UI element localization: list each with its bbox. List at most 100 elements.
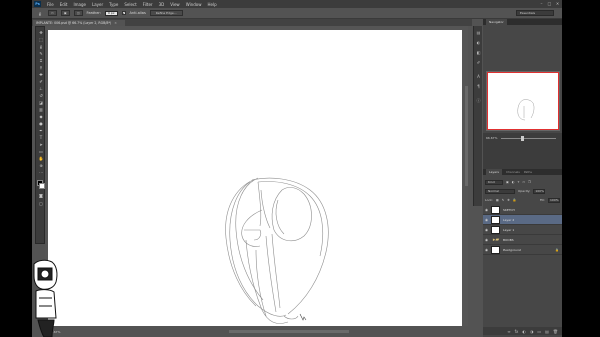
close-icon[interactable]: ✕: [555, 1, 560, 6]
visibility-eye-icon[interactable]: ◉: [483, 238, 490, 242]
marquee-tool-icon[interactable]: ⬚: [38, 37, 44, 42]
character-panel-icon[interactable]: A: [475, 74, 482, 80]
lock-row: Lock: ▦ ✎ ✥ 🔒 Fill: 100%: [485, 197, 560, 203]
minimize-icon[interactable]: –: [539, 1, 544, 6]
navigator-zoom-value[interactable]: 66.67%: [486, 136, 497, 140]
quick-mask-icon[interactable]: ◙: [38, 193, 44, 198]
selection-mode-subtract-icon[interactable]: ◫: [73, 10, 83, 16]
lock-transparent-icon[interactable]: ▦: [496, 198, 499, 202]
menu-image[interactable]: Image: [70, 2, 89, 7]
filter-smart-icon[interactable]: ❐: [528, 180, 531, 184]
menu-view[interactable]: View: [167, 2, 183, 7]
adjustments-panel-icon[interactable]: ◧: [475, 50, 482, 56]
paragraph-panel-icon[interactable]: ¶: [475, 84, 482, 90]
color-panel-icon[interactable]: ◐: [475, 40, 482, 46]
menu-type[interactable]: Type: [106, 2, 121, 7]
lasso-tool-icon[interactable]: ϱ: [38, 44, 44, 49]
adjustment-layer-icon[interactable]: ◑: [530, 329, 534, 334]
fill-input[interactable]: 100%: [548, 197, 560, 203]
menu-layer[interactable]: Layer: [89, 2, 106, 7]
eyedropper-tool-icon[interactable]: ⚲: [38, 65, 44, 70]
folder-icon[interactable]: ▸▰: [492, 237, 500, 243]
horizontal-scrollbar[interactable]: [229, 330, 349, 333]
selection-mode-add-icon[interactable]: ▣: [60, 10, 70, 16]
quick-select-tool-icon[interactable]: ✎: [38, 51, 44, 56]
navigator-sketch-preview: [517, 99, 535, 121]
zoom-slider-knob[interactable]: [521, 135, 525, 141]
menu-3d[interactable]: 3D: [156, 2, 168, 7]
menu-file[interactable]: File: [44, 2, 57, 7]
layer-name: Background: [503, 247, 521, 252]
info-panel-icon[interactable]: ⓘ: [475, 98, 482, 104]
filter-shape-icon[interactable]: ▭: [522, 180, 525, 184]
layer-row-layer-2[interactable]: ◉ Layer 2: [483, 215, 562, 225]
navigator-thumbnail[interactable]: [486, 71, 560, 131]
add-mask-icon[interactable]: ◐: [522, 329, 526, 334]
delete-layer-icon[interactable]: 🗑: [553, 329, 558, 334]
pen-tool-icon[interactable]: ✒: [38, 128, 44, 133]
visibility-eye-icon[interactable]: ◉: [483, 248, 490, 252]
clone-stamp-tool-icon[interactable]: ⊥: [38, 86, 44, 91]
tab-paths[interactable]: Paths: [524, 170, 532, 174]
feather-input[interactable]: 0 px: [104, 10, 118, 16]
visibility-eye-icon[interactable]: ◉: [483, 218, 490, 222]
move-tool-icon[interactable]: ✥: [38, 30, 44, 35]
lasso-tool-preset-icon[interactable]: ϱ: [36, 11, 44, 16]
navigator-zoom-slider[interactable]: [501, 135, 556, 141]
photoshop-logo-icon: Ps: [34, 1, 41, 7]
visibility-eye-icon[interactable]: ◉: [483, 228, 490, 232]
menu-help[interactable]: Help: [204, 2, 219, 7]
lock-all-icon[interactable]: 🔒: [513, 198, 517, 202]
brush-tool-icon[interactable]: ✐: [38, 79, 44, 84]
layer-style-icon[interactable]: fx: [515, 329, 519, 334]
layer-kind-select[interactable]: Kind: [485, 179, 503, 185]
zoom-tool-icon[interactable]: ⊕: [38, 163, 44, 168]
layer-row-background[interactable]: ◉ Background 🔒: [483, 245, 562, 255]
layer-thumbnail: [491, 215, 500, 224]
type-tool-icon[interactable]: T: [38, 135, 44, 140]
menu-edit[interactable]: Edit: [57, 2, 71, 7]
tab-channels[interactable]: Channels: [506, 170, 520, 174]
workspace-select[interactable]: Essentials: [516, 10, 554, 16]
filter-adjust-icon[interactable]: ◐: [512, 180, 515, 184]
refine-edge-button[interactable]: Refine Edge...: [149, 10, 183, 16]
blur-tool-icon[interactable]: ◆: [38, 114, 44, 119]
menu-filter[interactable]: Filter: [140, 2, 156, 7]
new-group-icon[interactable]: ▭: [537, 329, 541, 334]
shape-tool-icon[interactable]: ▭: [38, 149, 44, 154]
eraser-tool-icon[interactable]: ◪: [38, 100, 44, 105]
more-tools-icon[interactable]: ⋯: [38, 170, 44, 175]
selection-mode-new-icon[interactable]: ▭: [48, 10, 57, 16]
close-tab-icon[interactable]: ×: [114, 21, 117, 25]
path-select-tool-icon[interactable]: ➤: [38, 142, 44, 147]
drawing-canvas[interactable]: [48, 30, 462, 326]
healing-brush-tool-icon[interactable]: ✚: [38, 72, 44, 77]
blend-mode-select[interactable]: Normal: [485, 188, 515, 194]
lock-move-icon[interactable]: ✥: [507, 198, 510, 202]
history-panel-icon[interactable]: ▤: [475, 30, 482, 36]
menu-bar: Ps File Edit Image Layer Type Select Fil…: [32, 0, 562, 8]
crop-tool-icon[interactable]: ⌗: [38, 58, 44, 63]
layer-row-boobs-group[interactable]: ◉ ▸▰ BOOBS: [483, 235, 562, 245]
brush-panel-icon[interactable]: ✐: [475, 60, 482, 66]
lock-paint-icon[interactable]: ✎: [502, 198, 505, 202]
dodge-tool-icon[interactable]: ●: [38, 121, 44, 126]
screen-mode-icon[interactable]: ▢: [38, 201, 44, 206]
menu-window[interactable]: Window: [183, 2, 205, 7]
vertical-scrollbar[interactable]: [465, 86, 468, 186]
opacity-input[interactable]: 100%: [533, 188, 546, 194]
layer-row-sketch[interactable]: ◉ SKETCH: [483, 205, 562, 215]
filter-type-icon[interactable]: T: [517, 180, 519, 184]
filter-pixel-icon[interactable]: ▣: [506, 180, 509, 184]
maximize-icon[interactable]: □: [547, 1, 552, 6]
visibility-eye-icon[interactable]: ◉: [483, 208, 490, 212]
layer-row-layer-1[interactable]: ◉ Layer 1: [483, 225, 562, 235]
collapsed-panel-dock: ▤ ◐ ◧ ✐ A ¶ ⓘ: [473, 26, 482, 206]
gradient-tool-icon[interactable]: ▥: [38, 107, 44, 112]
new-layer-icon[interactable]: ▤: [545, 329, 549, 334]
history-brush-tool-icon[interactable]: ↺: [38, 93, 44, 98]
antialias-checkbox[interactable]: ✓: [121, 11, 126, 15]
hand-tool-icon[interactable]: ✋: [38, 156, 44, 161]
menu-select[interactable]: Select: [121, 2, 139, 7]
link-layers-icon[interactable]: ∞: [507, 329, 510, 334]
